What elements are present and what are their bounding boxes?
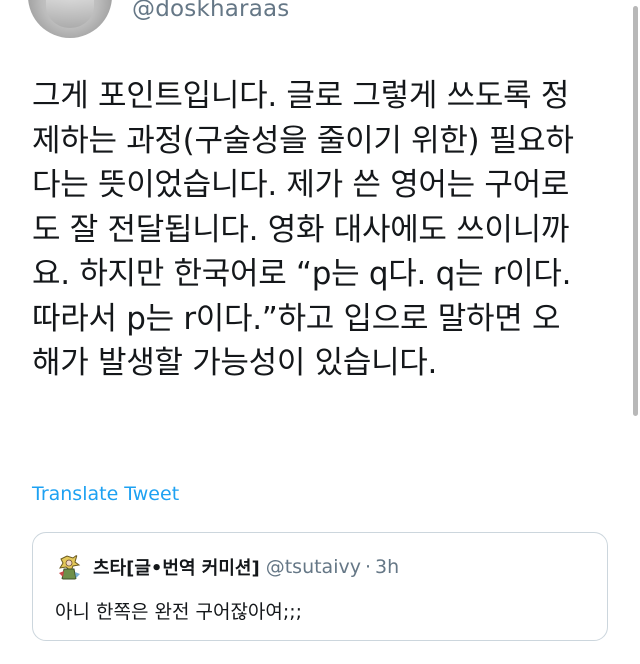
quoted-avatar-illustration-icon (55, 553, 83, 581)
quoted-author-name[interactable]: 츠타[글•번역 커미션] (93, 554, 260, 580)
quoted-tweet-text: 아니 한쪽은 완전 구어잖아여;;; (55, 601, 303, 623)
quoted-tweet-header: 츠타[글•번역 커미션] @tsutaivy · 3h (55, 551, 399, 583)
scrollbar[interactable] (633, 6, 638, 416)
tweet-text: 그게 포인트입니다. 글로 그렇게 쓰도록 정 제하는 과정(구술성을 줄이기 … (32, 78, 574, 381)
quoted-author-handle[interactable]: @tsutaivy (266, 556, 361, 578)
quoted-tweet-timestamp[interactable]: 3h (375, 556, 399, 578)
translate-tweet-link[interactable]: Translate Tweet (32, 483, 179, 505)
separator-dot: · (364, 556, 372, 578)
quoted-author-avatar[interactable] (55, 553, 83, 581)
quoted-tweet-card[interactable]: 츠타[글•번역 커미션] @tsutaivy · 3h 아니 한쪽은 완전 구어… (32, 532, 608, 641)
author-handle[interactable]: @doskharaas (132, 0, 289, 22)
author-avatar[interactable] (28, 0, 112, 38)
author-avatar-figure (46, 0, 94, 28)
